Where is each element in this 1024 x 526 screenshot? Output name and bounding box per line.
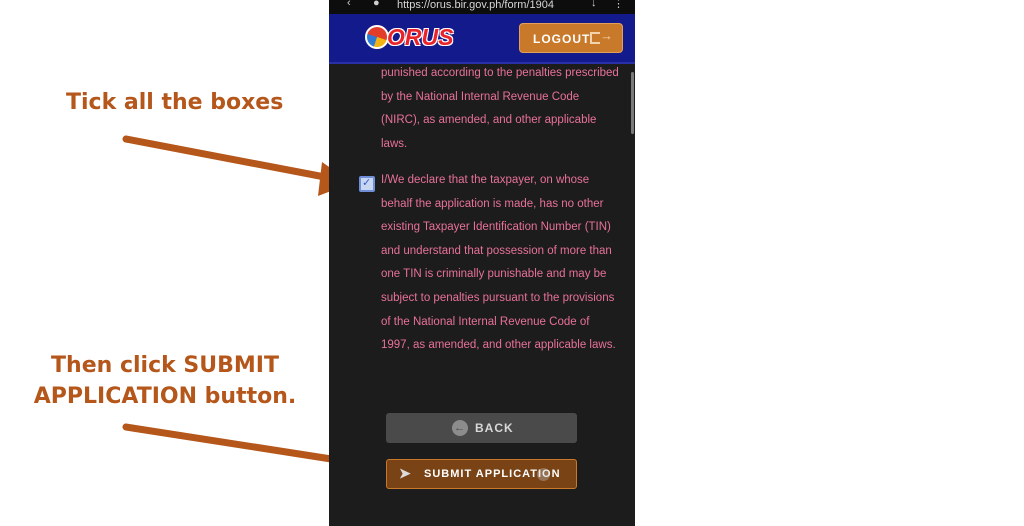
submit-application-button[interactable]: ➤ SUBMIT APPLICATION — [386, 459, 577, 489]
logout-label: LOGOUT — [533, 32, 591, 46]
app-header: ORUS LOGOUT → — [329, 14, 635, 64]
arrow-to-checkbox — [122, 135, 334, 182]
touch-indicator — [537, 468, 550, 481]
download-icon[interactable]: ↓ — [591, 0, 597, 9]
form-content: punished according to the penalties pres… — [329, 62, 635, 526]
orus-logo-text: ORUS — [387, 24, 454, 50]
orus-logo[interactable]: ORUS — [365, 23, 457, 53]
declaration-text: I/We declare that the taxpayer, on whose… — [381, 174, 616, 352]
logout-button[interactable]: LOGOUT → — [519, 23, 623, 53]
url-text: https://orus.bir.gov.ph/form/1904 — [397, 0, 554, 11]
back-nav-icon[interactable]: ‹ — [347, 0, 351, 9]
browser-url-bar[interactable]: ‹ ● https://orus.bir.gov.ph/form/1904 ↓ … — [329, 0, 635, 14]
check-icon: ✓ — [362, 177, 372, 189]
back-button[interactable]: ← BACK — [386, 413, 577, 443]
orus-logo-icon — [365, 25, 389, 49]
declaration-checkbox[interactable]: ✓ — [359, 176, 375, 192]
arrow-to-submit — [122, 423, 348, 465]
site-info-icon[interactable]: ● — [373, 0, 380, 9]
logout-icon — [590, 32, 600, 44]
back-arrow-icon: ← — [452, 420, 468, 436]
send-plane-icon: ➤ — [399, 465, 412, 481]
penalty-paragraph: punished according to the penalties pres… — [381, 67, 619, 150]
scrollbar[interactable] — [631, 72, 634, 134]
phone-screen: ‹ ● https://orus.bir.gov.ph/form/1904 ↓ … — [329, 0, 635, 526]
logout-arrow-icon: → — [600, 28, 614, 43]
more-menu-icon[interactable]: ⋮ — [613, 0, 624, 10]
back-label: BACK — [475, 421, 514, 435]
